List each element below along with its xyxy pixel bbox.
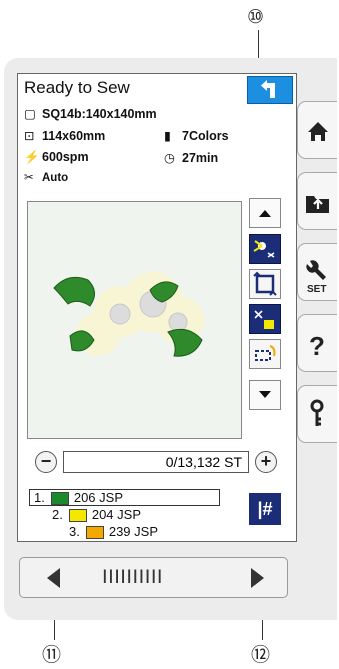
set-icon: SET xyxy=(306,260,326,295)
color-swatch xyxy=(85,526,104,540)
jog-bar: IIIIIIIIII xyxy=(19,557,288,598)
embroidery-design-image xyxy=(53,272,204,357)
screen-title: Ready to Sew xyxy=(24,78,130,97)
jog-button[interactable] xyxy=(249,339,281,369)
lcd-screen: Ready to Sew ▢ SQ14b:140x140mm ⊡ 114x60mm … xyxy=(17,73,297,542)
jog-scale: IIIIIIIIII xyxy=(102,566,164,588)
scroll-down-button[interactable] xyxy=(249,380,281,410)
set-label: SET xyxy=(307,284,326,295)
jog-back-button[interactable] xyxy=(47,568,60,588)
return-arrow-icon xyxy=(261,80,275,98)
trace-button[interactable] xyxy=(249,269,281,299)
hoop-icon: ▢ xyxy=(24,107,36,121)
back-button[interactable] xyxy=(247,76,293,104)
thread-trim-icon xyxy=(253,240,275,258)
sewing-speed: ⚡ 600spm xyxy=(24,150,89,164)
design-info: ▢ SQ14b:140x140mm xyxy=(24,107,157,121)
thread-cut-mode: ✂ Auto xyxy=(24,172,69,184)
lock-key-button[interactable] xyxy=(297,385,337,443)
stitch-plus-button[interactable]: + xyxy=(255,451,277,473)
color-list-item[interactable]: 2. 204 JSP xyxy=(52,507,141,523)
color-count: ▮ 7Colors xyxy=(164,129,229,143)
color-list-item[interactable]: 3. 239 JSP xyxy=(69,524,158,540)
key-icon xyxy=(310,399,324,426)
size-icon: ⊡ xyxy=(24,129,35,143)
scroll-up-button[interactable] xyxy=(249,198,281,228)
spool-icon: ▮ xyxy=(164,129,171,143)
clock-icon: ◷ xyxy=(164,151,175,165)
scroll-down-icon xyxy=(259,391,271,398)
folder-out-icon xyxy=(306,196,329,213)
callout-10: ⑩ xyxy=(247,6,265,28)
stitch-minus-button[interactable]: − xyxy=(35,451,57,473)
home-button[interactable] xyxy=(297,101,337,159)
svg-text:?: ? xyxy=(309,331,325,361)
skip-color-button[interactable] xyxy=(249,304,281,334)
jog-forward-button[interactable] xyxy=(251,568,264,588)
scissors-icon: ✂ xyxy=(24,172,34,184)
open-file-button[interactable] xyxy=(297,172,337,230)
scroll-up-icon xyxy=(259,210,271,217)
sewing-time: ◷ 27min xyxy=(164,151,219,165)
design-size: ⊡ 114x60mm xyxy=(24,129,106,143)
runner-icon: ⚡ xyxy=(24,150,40,164)
title-bar: Ready to Sew xyxy=(18,74,296,104)
jog-icon xyxy=(255,345,276,361)
home-icon xyxy=(308,122,328,141)
thread-trim-button[interactable] xyxy=(249,234,281,264)
help-icon: ? xyxy=(309,331,325,361)
callout-11: ⑪ xyxy=(42,644,62,666)
color-list-item[interactable]: 1. 206 JSP xyxy=(34,490,123,506)
color-swatch xyxy=(68,509,87,523)
design-preview xyxy=(27,201,242,439)
set-button[interactable]: SET xyxy=(297,243,337,301)
color-swatch xyxy=(50,492,69,506)
jump-stitch-button[interactable]: |# xyxy=(249,493,281,525)
help-button[interactable]: ? xyxy=(297,314,337,372)
trace-icon xyxy=(253,271,277,296)
callout-12: ⑫ xyxy=(251,644,271,666)
skip-color-icon xyxy=(254,310,274,329)
stitch-counter: 0/13,132 ST xyxy=(63,451,249,473)
